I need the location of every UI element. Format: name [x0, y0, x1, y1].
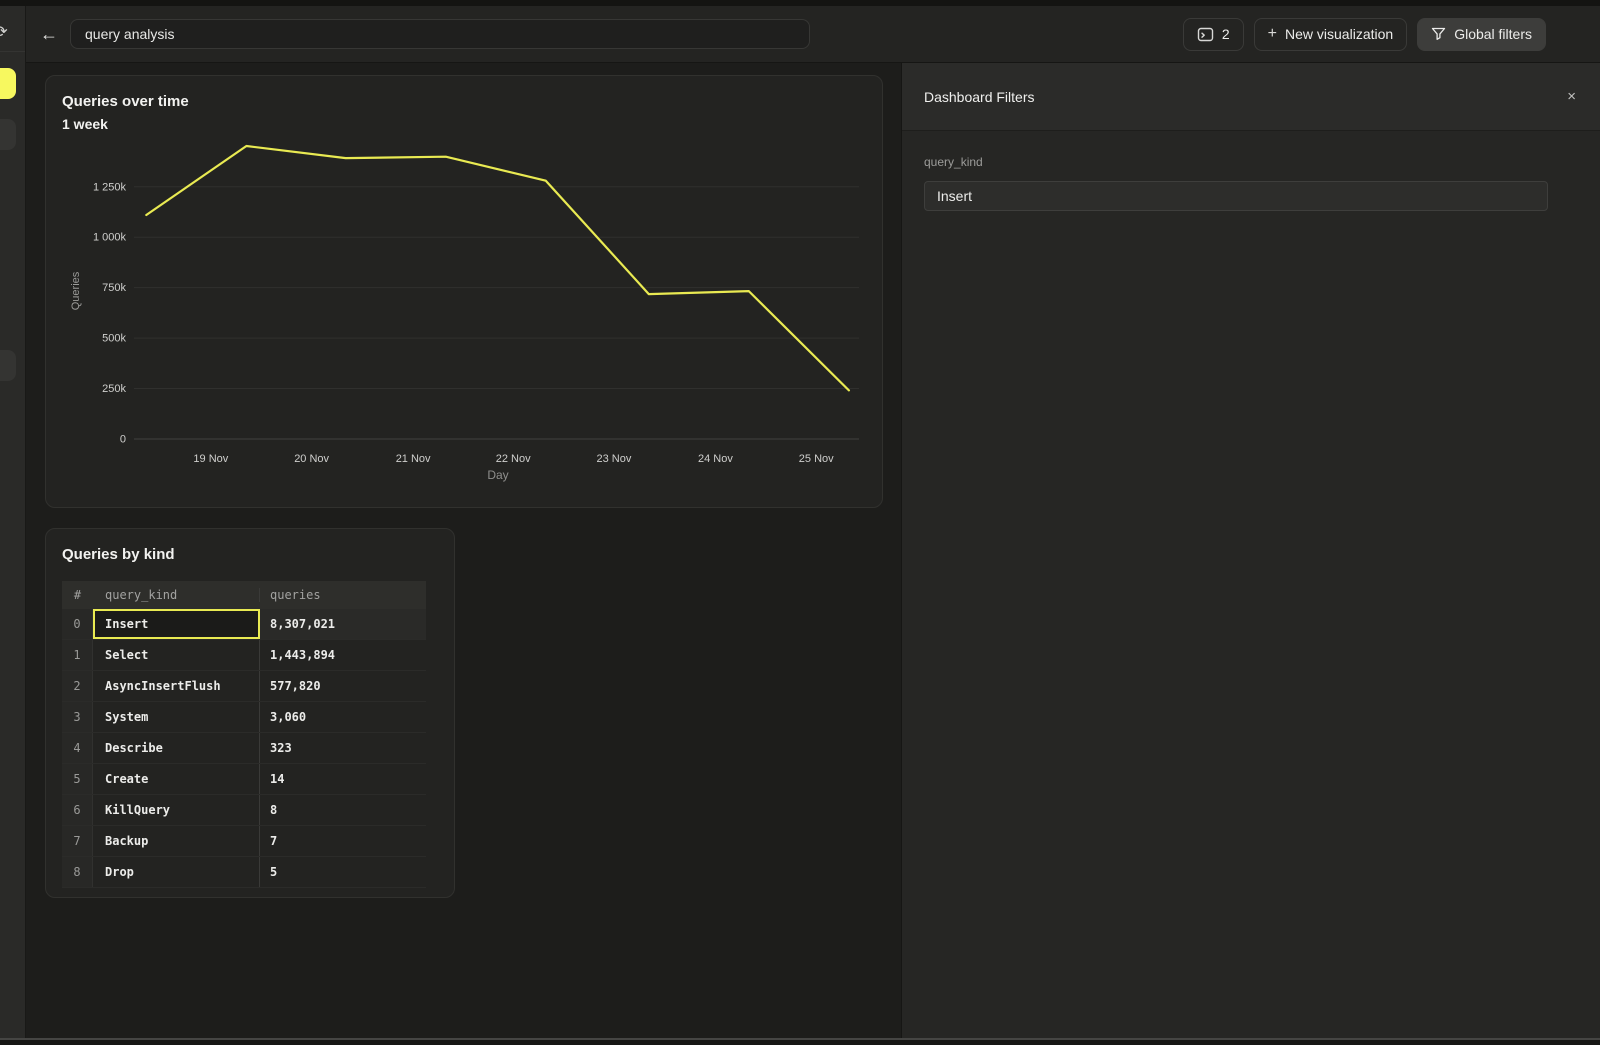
query-kind-cell[interactable]: Create — [93, 764, 260, 794]
table-header-cell: # — [62, 588, 93, 602]
chart-title: Queries over time — [62, 93, 189, 110]
x-tick-label: 21 Nov — [396, 453, 431, 465]
dashboard-title-input[interactable] — [70, 19, 810, 49]
new-visualization-button[interactable]: + New visualization — [1254, 18, 1408, 51]
y-tick-label: 1 250k — [93, 181, 127, 193]
global-filters-button[interactable]: Global filters — [1417, 18, 1546, 51]
queries-by-kind-table: #query_kindqueries0Insert8,307,0211Selec… — [62, 581, 426, 888]
x-tick-label: 20 Nov — [294, 453, 329, 465]
row-index-cell: 4 — [62, 733, 93, 763]
x-tick-label: 24 Nov — [698, 453, 733, 465]
x-tick-label: 22 Nov — [496, 453, 531, 465]
row-index-cell: 8 — [62, 857, 93, 887]
query-kind-cell[interactable]: Describe — [93, 733, 260, 763]
queries-value-cell[interactable]: 577,820 — [260, 671, 426, 701]
x-tick-label: 25 Nov — [799, 453, 834, 465]
filters-panel-body: query_kind — [902, 131, 1600, 211]
table-row: 0Insert8,307,021 — [62, 609, 426, 640]
query-kind-cell[interactable]: Select — [93, 640, 260, 670]
window-bottom-edge — [0, 1038, 1600, 1045]
sidebar-top-section: ⟳ — [0, 6, 25, 52]
table-row: 5Create14 — [62, 764, 426, 795]
filters-panel-header: Dashboard Filters × — [902, 63, 1600, 131]
toolbar-actions: 2 + New visualization Global filters — [1183, 18, 1546, 51]
top-toolbar: ← 2 + New visualization Global filters — [0, 6, 1600, 63]
y-tick-label: 750k — [102, 282, 126, 294]
row-index-cell: 0 — [62, 609, 93, 639]
table-header-row: #query_kindqueries — [62, 581, 426, 609]
visualization-count-button[interactable]: 2 — [1183, 18, 1244, 51]
queries-value-cell[interactable]: 323 — [260, 733, 426, 763]
queries-series-line — [146, 146, 849, 390]
table-title: Queries by kind — [62, 546, 175, 563]
queries-value-cell[interactable]: 8 — [260, 795, 426, 825]
queries-value-cell[interactable]: 5 — [260, 857, 426, 887]
left-sidebar: ⟳ — [0, 6, 26, 1038]
sidebar-item[interactable] — [0, 119, 16, 150]
row-index-cell: 1 — [62, 640, 93, 670]
history-icon[interactable]: ⟳ — [0, 23, 11, 43]
queries-over-time-card: Queries over time 1 week 0 250k 500k 750k 1 … — [45, 75, 883, 508]
plus-icon: + — [1268, 26, 1277, 42]
row-index-cell: 6 — [62, 795, 93, 825]
x-tick-label: 19 Nov — [193, 453, 228, 465]
sidebar-item-active[interactable] — [0, 68, 16, 99]
query-kind-filter-input[interactable] — [924, 181, 1548, 211]
queries-by-kind-card: Queries by kind #query_kindqueries0Inser… — [45, 528, 455, 898]
filter-field-label: query_kind — [924, 155, 1546, 169]
visualization-count: 2 — [1222, 26, 1230, 42]
table-header-cell: queries — [260, 588, 426, 602]
table-row: 6KillQuery8 — [62, 795, 426, 826]
row-index-cell: 3 — [62, 702, 93, 732]
queries-value-cell[interactable]: 1,443,894 — [260, 640, 426, 670]
y-axis-title: Queries — [70, 271, 82, 310]
y-tick-label: 250k — [102, 383, 126, 395]
table-row: 7Backup7 — [62, 826, 426, 857]
filter-funnel-icon — [1431, 27, 1446, 41]
new-visualization-label: New visualization — [1285, 26, 1393, 42]
row-index-cell: 5 — [62, 764, 93, 794]
queries-value-cell[interactable]: 8,307,021 — [260, 609, 426, 639]
queries-value-cell[interactable]: 14 — [260, 764, 426, 794]
close-icon[interactable]: × — [1567, 89, 1576, 104]
row-index-cell: 7 — [62, 826, 93, 856]
x-axis-title: Day — [487, 468, 508, 482]
query-kind-cell[interactable]: KillQuery — [93, 795, 260, 825]
global-filters-label: Global filters — [1454, 26, 1532, 42]
sidebar-item[interactable] — [0, 350, 16, 381]
table-row: 1Select1,443,894 — [62, 640, 426, 671]
table-row: 2AsyncInsertFlush577,820 — [62, 671, 426, 702]
table-row: 3System3,060 — [62, 702, 426, 733]
query-kind-cell[interactable]: Backup — [93, 826, 260, 856]
filters-panel-title: Dashboard Filters — [924, 89, 1035, 105]
queries-value-cell[interactable]: 7 — [260, 826, 426, 856]
x-tick-label: 23 Nov — [597, 453, 632, 465]
back-arrow-icon: ← — [40, 24, 58, 45]
chart-subtitle: 1 week — [62, 116, 108, 132]
dashboard-filters-panel: Dashboard Filters × query_kind — [901, 63, 1600, 1038]
row-index-cell: 2 — [62, 671, 93, 701]
y-tick-label: 500k — [102, 333, 126, 345]
y-tick-label: 1 000k — [93, 232, 127, 244]
table-row: 8Drop5 — [62, 857, 426, 888]
query-kind-cell[interactable]: System — [93, 702, 260, 732]
queries-value-cell[interactable]: 3,060 — [260, 702, 426, 732]
query-kind-cell-selected[interactable]: Insert — [93, 609, 260, 639]
query-kind-cell[interactable]: Drop — [93, 857, 260, 887]
back-button[interactable]: ← — [38, 23, 60, 45]
queries-line-chart: 0 250k 500k 750k 1 000k 1 250k 19 Nov 20 Nov 21 … — [46, 76, 884, 509]
table-header-cell: query_kind — [93, 588, 260, 602]
query-kind-cell[interactable]: AsyncInsertFlush — [93, 671, 260, 701]
visualization-panel-icon — [1197, 27, 1214, 42]
y-tick-label: 0 — [120, 434, 126, 446]
table-row: 4Describe323 — [62, 733, 426, 764]
